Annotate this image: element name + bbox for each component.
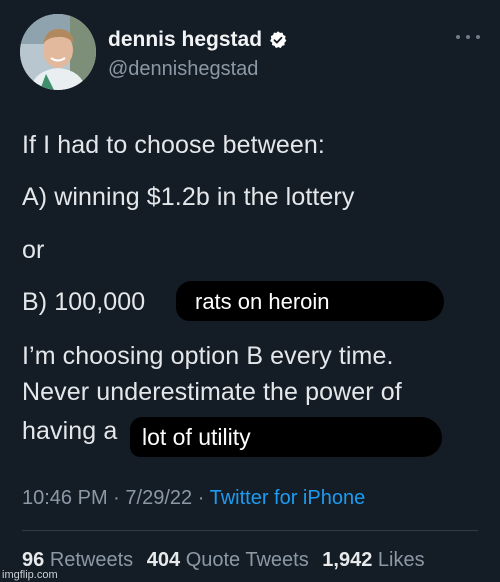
quote-tweets-stat[interactable]: 404 Quote Tweets [147,549,315,571]
quotes-count: 404 [146,549,181,571]
author-display-name[interactable]: dennis hegstad [108,28,262,52]
tweet-text-line-6: Never underestimate the power of [22,378,402,406]
tweet-card: dennis hegstad @dennishegstad If I had t… [0,0,500,582]
retweets-stat[interactable]: 96 Retweets [22,549,139,571]
tweet-text-line-1: If I had to choose between: [22,131,325,159]
tweet-stats: 96 Retweets 404 Quote Tweets 1,942 Likes [22,549,433,572]
retweets-label: Retweets [49,549,134,571]
overlay-text-1: rats on heroin [195,289,330,314]
quotes-label: Quote Tweets [185,549,309,571]
tweet-source-link[interactable]: Twitter for iPhone [210,487,366,509]
likes-count: 1,942 [322,549,373,571]
likes-stat[interactable]: 1,942 Likes [322,549,424,571]
tweet-time[interactable]: 10:46 PM [22,487,108,509]
meta-separator: · [113,487,120,509]
tweet-text-line-4: B) 100,000 [22,288,146,316]
divider [22,530,478,531]
author-handle[interactable]: @dennishegstad [108,58,258,81]
tweet-text-line-7: having a [22,417,118,445]
tweet-text-line-5: I’m choosing option B every time. [22,342,394,370]
overlay-text-2: lot of utility [142,424,251,450]
watermark: imgflip.com [2,569,58,581]
likes-label: Likes [377,549,425,571]
tweet-metadata: 10:46 PM · 7/29/22 · Twitter for iPhone [22,487,365,510]
more-options-icon[interactable] [456,30,480,44]
avatar-photo [20,14,96,90]
author-name-row[interactable]: dennis hegstad [108,28,288,52]
tweet-date[interactable]: 7/29/22 [125,487,192,509]
tweet-text-line-3: or [22,236,45,264]
tweet-text-line-2: A) winning $1.2b in the lottery [22,183,355,211]
avatar[interactable] [20,14,96,90]
meta-separator: · [197,487,205,509]
verified-badge-icon [270,31,287,48]
retweets-count: 96 [22,549,45,571]
